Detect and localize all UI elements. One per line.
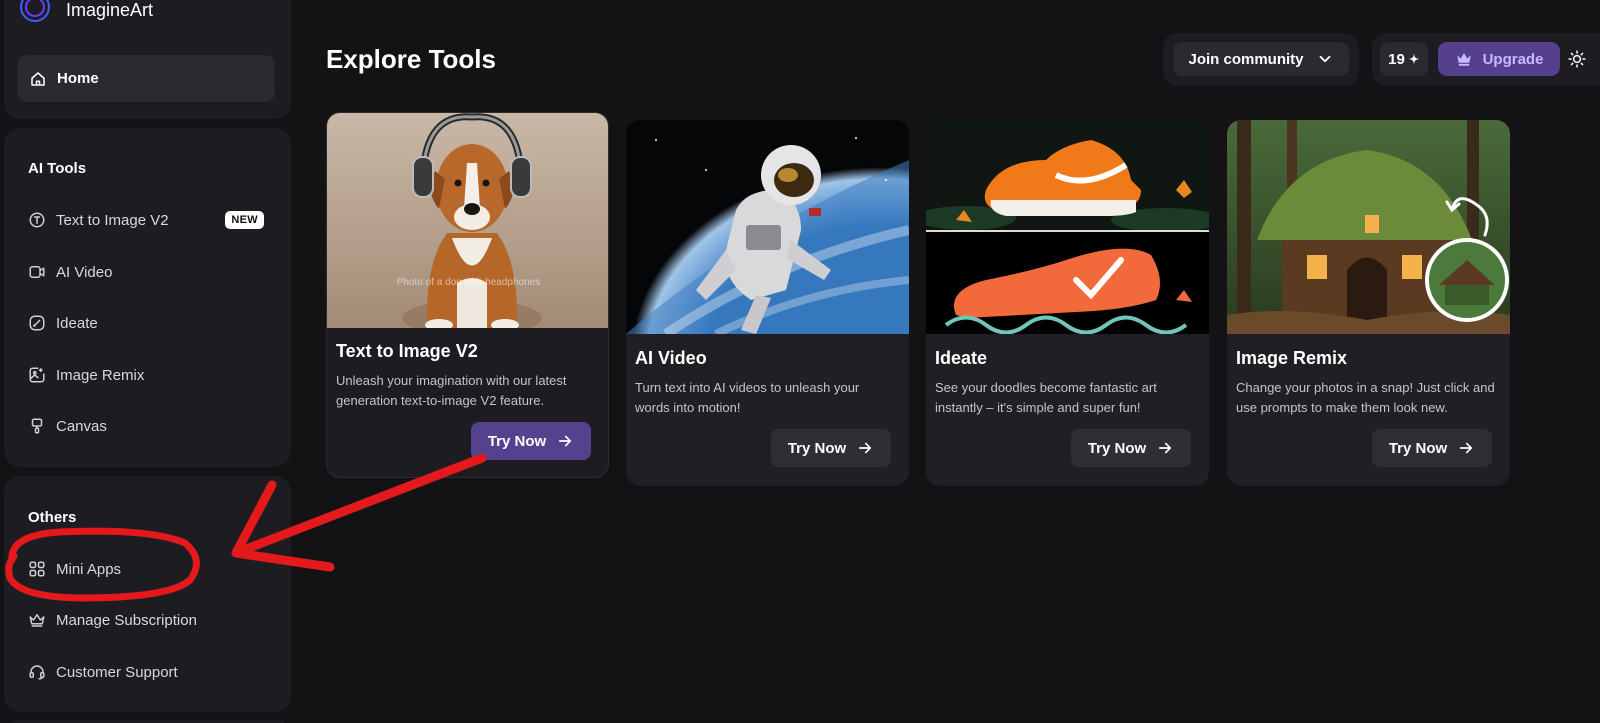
sidebar-item-ai-video[interactable]: AI Video (28, 258, 268, 286)
sidebar-item-image-remix[interactable]: Image Remix (28, 361, 268, 389)
page-title: Explore Tools (326, 44, 496, 74)
image-remix-icon (28, 366, 46, 384)
credits-counter[interactable]: 19 (1380, 42, 1428, 76)
card-title: Image Remix (1236, 348, 1348, 368)
sidebar-item-label: Customer Support (56, 663, 178, 681)
new-badge: NEW (225, 211, 264, 229)
arrow-right-icon (1156, 439, 1174, 457)
app-root: ImagineArt Home AI Tools Text to Image V… (0, 0, 1600, 723)
try-now-button[interactable]: Try Now (471, 422, 591, 460)
header-community-group: Join community (1163, 33, 1359, 86)
forest-cottage-image (1227, 120, 1510, 334)
sidebar-item-label: Home (57, 70, 99, 87)
tool-card-text-to-image-v2[interactable]: Photo of a dog with headphones Text to I… (326, 112, 609, 478)
brush-icon (28, 314, 46, 332)
try-now-label: Try Now (1087, 439, 1147, 457)
sidebar-item-label: Manage Subscription (56, 611, 197, 629)
ai-tools-heading: AI Tools (28, 160, 87, 177)
sidebar-item-canvas[interactable]: Canvas (28, 412, 268, 440)
card-description: Turn text into AI videos to unleash your… (635, 380, 860, 415)
image-caption: Photo of a dog with headphones (396, 277, 541, 288)
sidebar-item-label: Ideate (56, 314, 98, 332)
sidebar-item-mini-apps[interactable]: Mini Apps (28, 555, 268, 583)
sun-icon (1568, 50, 1586, 68)
app-name: ImagineArt (66, 0, 154, 20)
headset-icon (28, 663, 46, 681)
arrow-right-icon (856, 439, 874, 457)
astronaut-in-space-image (626, 120, 909, 334)
join-community-label: Join community (1188, 50, 1304, 68)
try-now-label: Try Now (1388, 439, 1448, 457)
logo-mark-icon (20, 0, 50, 22)
try-now-button[interactable]: Try Now (1071, 429, 1191, 467)
try-now-label: Try Now (487, 432, 547, 450)
grid-apps-icon (28, 560, 46, 578)
sidebar-item-text-to-image-v2[interactable]: Text to Image V2 NEW (28, 206, 268, 234)
upgrade-button[interactable]: Upgrade (1438, 42, 1560, 76)
sparkle-icon (1408, 53, 1420, 65)
try-now-button[interactable]: Try Now (1372, 429, 1492, 467)
sidebar-item-ideate[interactable]: Ideate (28, 309, 268, 337)
try-now-label: Try Now (787, 439, 847, 457)
sneaker-doodle-image (926, 120, 1209, 334)
crown-icon (1455, 50, 1473, 68)
upgrade-label: Upgrade (1482, 50, 1544, 68)
card-description: Change your photos in a snap! Just click… (1236, 380, 1495, 415)
card-title: AI Video (635, 348, 707, 368)
app-logo[interactable]: ImagineArt (20, 0, 153, 26)
join-community-button[interactable]: Join community (1173, 42, 1349, 76)
paint-roller-icon (28, 417, 46, 435)
try-now-button[interactable]: Try Now (771, 429, 891, 467)
text-t-icon (28, 211, 46, 229)
card-title: Text to Image V2 (336, 341, 478, 361)
card-description: See your doodles become fantastic art in… (935, 380, 1157, 415)
tool-card-image-remix[interactable]: Image Remix Change your photos in a snap… (1227, 120, 1510, 486)
others-heading: Others (28, 509, 77, 526)
sidebar-item-label: Image Remix (56, 366, 145, 384)
sidebar-item-label: AI Video (56, 263, 113, 281)
sidebar-item-label: Canvas (56, 417, 107, 435)
sidebar-item-home[interactable]: Home (17, 55, 275, 102)
sidebar-item-manage-subscription[interactable]: Manage Subscription (28, 606, 268, 634)
credits-value: 19 (1388, 50, 1405, 68)
home-icon (29, 70, 47, 88)
sidebar-item-customer-support[interactable]: Customer Support (28, 658, 268, 686)
video-camera-icon (28, 263, 46, 281)
arrow-right-icon (1457, 439, 1475, 457)
tool-card-ai-video[interactable]: AI Video Turn text into AI videos to unl… (626, 120, 909, 486)
card-title: Ideate (935, 348, 988, 368)
chevron-down-icon (1316, 50, 1334, 68)
arrow-right-icon (556, 432, 574, 450)
sidebar-item-label: Text to Image V2 (56, 211, 169, 229)
card-description: Unleash your imagination with our latest… (336, 373, 567, 408)
crown-icon (28, 611, 46, 629)
dog-with-headphones-image: Photo of a dog with headphones (327, 113, 608, 328)
header-account-group: 19 Upgrade (1372, 33, 1600, 86)
sidebar-item-label: Mini Apps (56, 560, 122, 578)
tool-card-ideate[interactable]: Ideate See your doodles become fantastic… (926, 120, 1209, 486)
theme-toggle-button[interactable] (1568, 42, 1600, 76)
